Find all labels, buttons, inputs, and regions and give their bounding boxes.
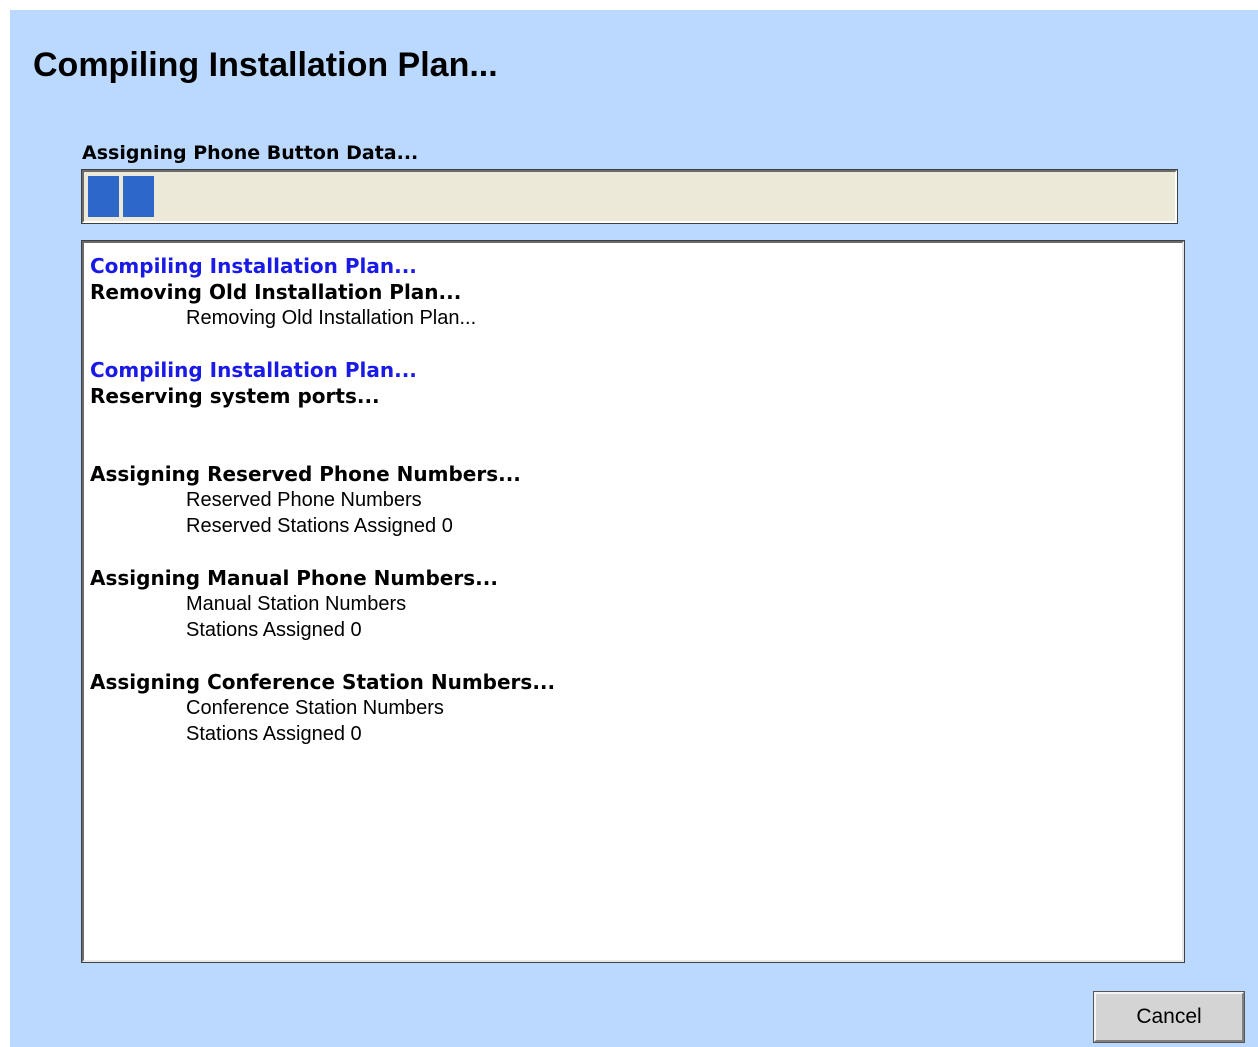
progress-block [88,176,119,217]
log-detail-conference-numbers: Conference Station Numbers [186,697,444,719]
log-blank-line [90,331,1182,357]
log-blank-line [90,435,1182,461]
log-detail-reserved-numbers: Reserved Phone Numbers [186,489,422,511]
log-detail-removing: Removing Old Installation Plan... [186,307,477,329]
progress-block [123,176,154,217]
log-heading-compiling: Compiling Installation Plan... [90,358,417,382]
log-heading-reserved-numbers: Assigning Reserved Phone Numbers... [90,462,521,486]
log-heading-reserving-ports: Reserving system ports... [90,384,380,408]
log-detail-reserved-assigned: Reserved Stations Assigned 0 [186,515,453,537]
log-heading-compiling: Compiling Installation Plan... [90,254,417,278]
progress-bar [81,169,1178,224]
progress-dialog: Compiling Installation Plan... Assigning… [10,10,1258,1047]
log-output-box[interactable]: Compiling Installation Plan... Removing … [81,240,1185,963]
dialog-title: Compiling Installation Plan... [33,46,498,84]
log-detail-manual-numbers: Manual Station Numbers [186,593,407,615]
progress-fill [88,176,154,217]
log-blank-line [90,539,1182,565]
status-text: Assigning Phone Button Data... [82,142,419,164]
log-heading-manual-numbers: Assigning Manual Phone Numbers... [90,566,498,590]
log-heading-removing: Removing Old Installation Plan... [90,280,462,304]
log-detail-conference-assigned: Stations Assigned 0 [186,723,362,745]
log-blank-line [90,643,1182,669]
log-blank-line [90,409,1182,435]
log-heading-conference-numbers: Assigning Conference Station Numbers... [90,670,556,694]
log-detail-manual-assigned: Stations Assigned 0 [186,619,362,641]
cancel-button[interactable]: Cancel [1093,991,1245,1043]
